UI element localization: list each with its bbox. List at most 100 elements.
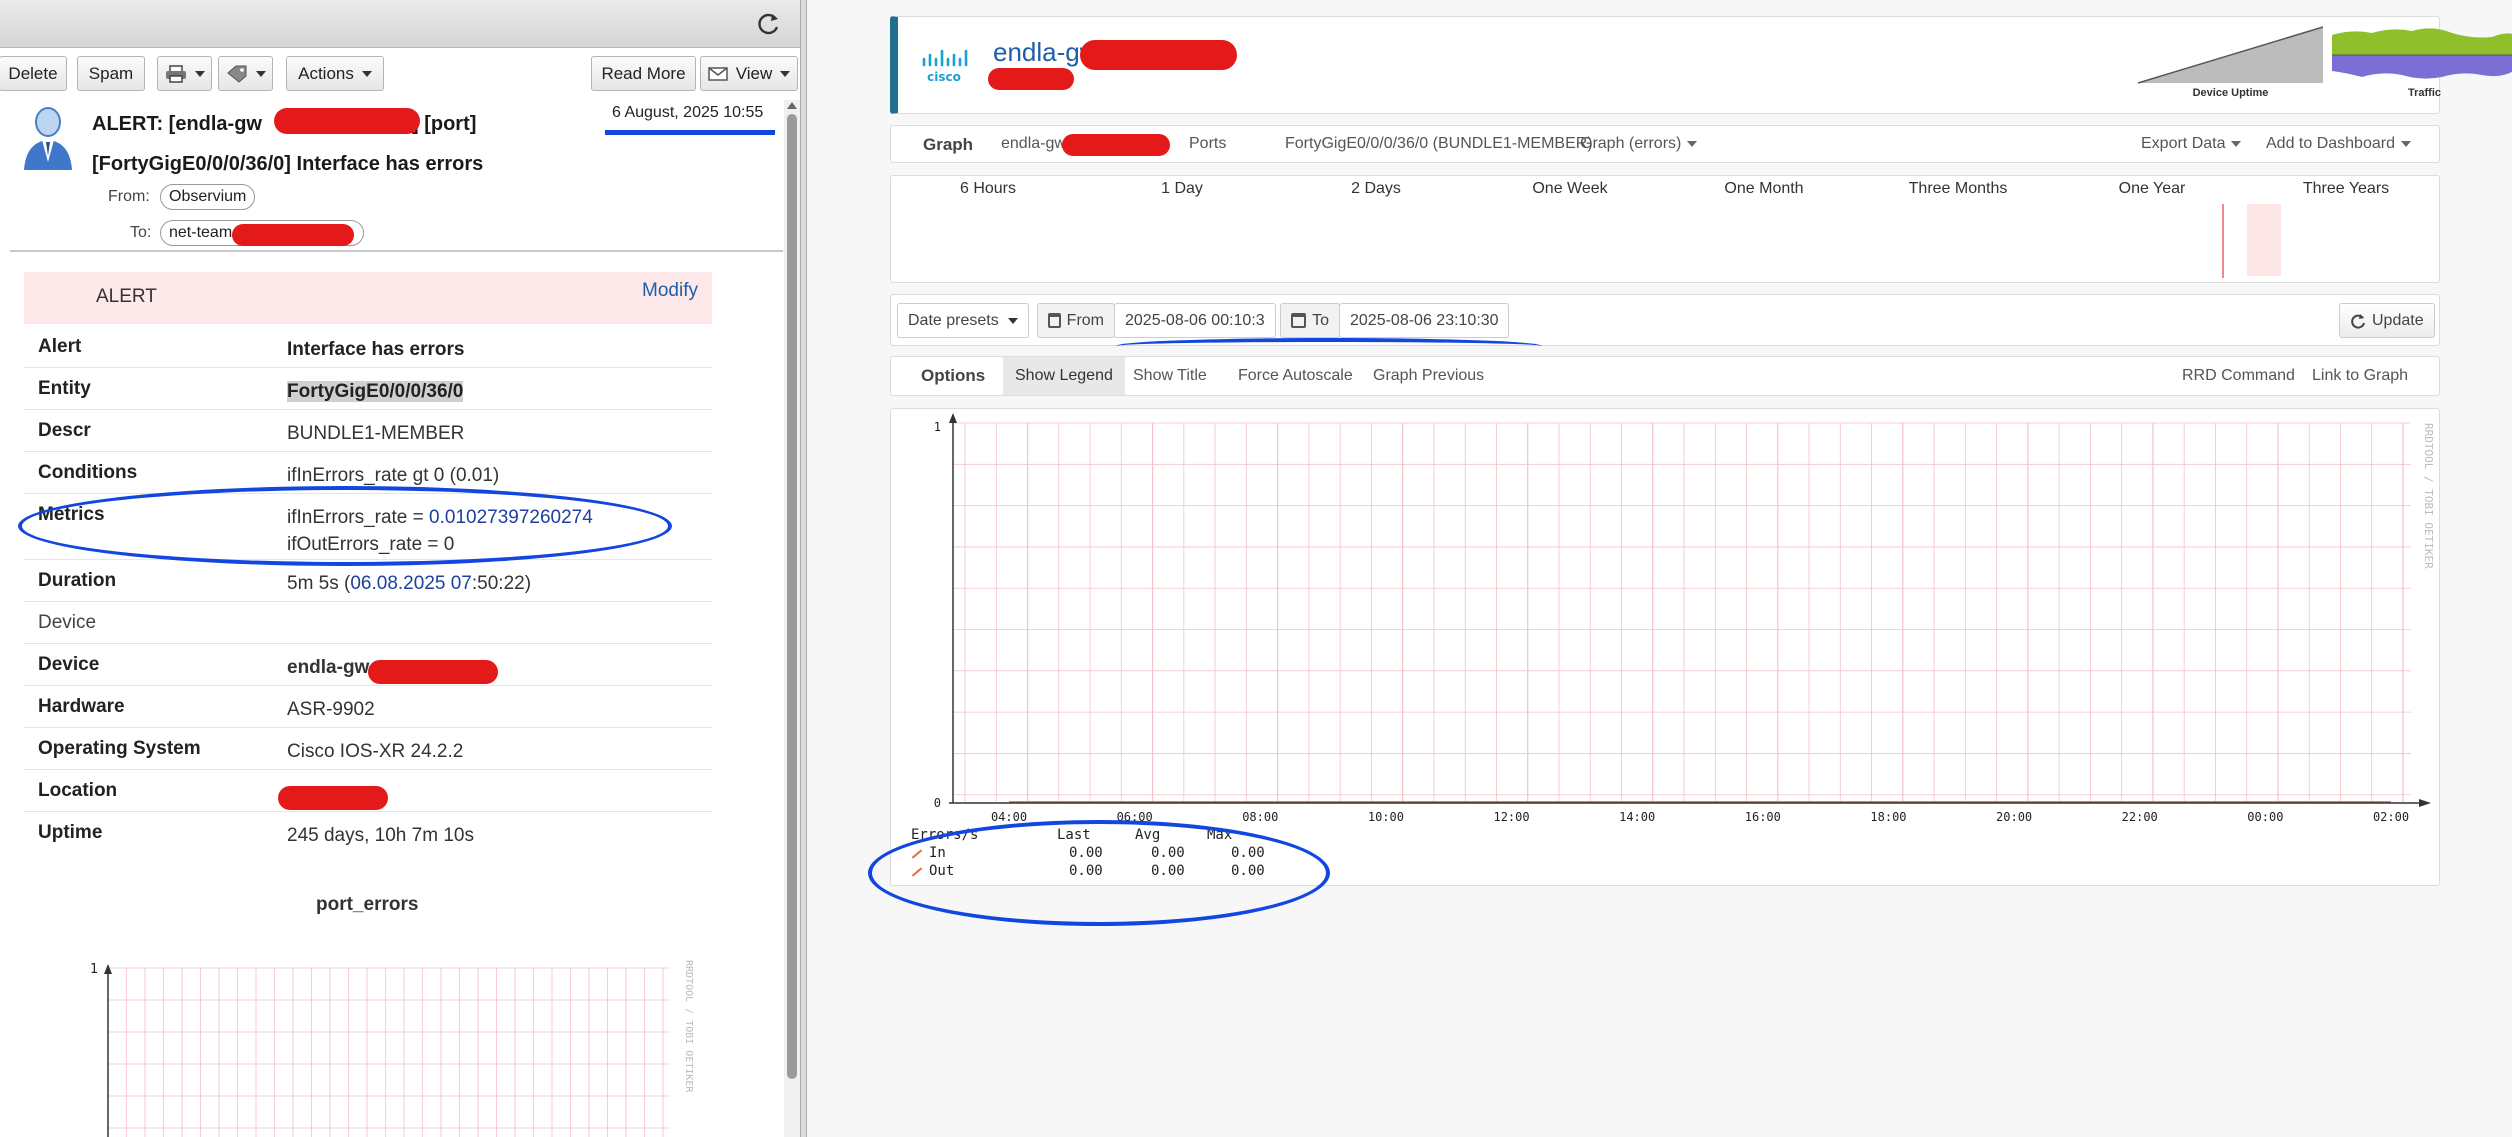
to-addon: To [1280, 303, 1340, 338]
observium-page: cisco endla-gw Device Uptime Traffic Gra… [807, 0, 2512, 1137]
redaction-mark [274, 108, 420, 134]
hardware-value: ASR-9902 [287, 699, 375, 720]
uptime-row: Uptime 245 days, 10h 7m 10s [24, 812, 712, 854]
period-2-days[interactable]: 2 Days [1279, 180, 1473, 198]
traffic-sparkline[interactable] [2332, 25, 2512, 85]
to-date-input[interactable]: 2025-08-06 23:10:30 [1339, 303, 1509, 338]
show-legend-toggle[interactable]: Show Legend [1003, 357, 1125, 395]
show-title-toggle[interactable]: Show Title [1121, 357, 1219, 395]
y-tick-label: 1 [934, 420, 941, 434]
svg-text:cisco: cisco [927, 70, 961, 84]
period-one-month[interactable]: One Month [1667, 180, 1861, 198]
entity-value[interactable]: FortyGigE0/0/0/36/0 [287, 378, 464, 405]
x-tick-labels: 04:00 06:00 08:00 10:00 12:00 14:00 16:00 18:00… [991, 810, 2409, 824]
alert-banner: ALERT Modify [24, 272, 712, 324]
hardware-key: Hardware [38, 696, 125, 717]
graph-panel: 04:00 06:00 08:00 10:00 12:00 14:00 16:00 18:00… [890, 408, 2440, 886]
avatar-icon [24, 107, 72, 170]
link-to-graph-link[interactable]: Link to Graph [2300, 357, 2420, 395]
force-autoscale-toggle[interactable]: Force Autoscale [1226, 357, 1365, 395]
date-presets-select[interactable]: Date presets [897, 303, 1029, 338]
graph-previous-toggle[interactable]: Graph Previous [1361, 357, 1496, 395]
x-tick-label: 14:00 [1619, 810, 1655, 824]
mail-scrollbar-thumb[interactable] [787, 114, 797, 1079]
chevron-down-icon [2400, 141, 2411, 147]
device-link[interactable]: endla-gw [287, 654, 369, 681]
period-selector: 6 Hours 1 Day 2 Days One Week One Month … [890, 175, 2440, 283]
subject-line-2: [FortyGigE0/0/0/36/0] Interface has erro… [92, 153, 484, 175]
entity-row: Entity FortyGigE0/0/0/36/0 [24, 368, 712, 410]
screen: Delete Spam Actions Read More View ALERT… [0, 0, 2512, 1137]
mini-y-tick-1: 1 [90, 962, 98, 977]
mini-graph-grid [107, 967, 670, 1137]
redaction-mark [368, 660, 498, 684]
date-range-bar: Date presets From 2025-08-06 00:10:3 To … [890, 294, 2440, 346]
hardware-row: Hardware ASR-9902 [24, 686, 712, 728]
graph-grid [953, 422, 2411, 803]
breadcrumb-port[interactable]: FortyGigE0/0/0/36/0 (BUNDLE1-MEMBER) [1285, 135, 1593, 153]
chevron-down-icon [361, 70, 372, 77]
spam-label: Spam [88, 63, 134, 83]
os-row: Operating System Cisco IOS-XR 24.2.2 [24, 728, 712, 770]
rrdtool-watermark: RRDTOOL / TOBI OETIKER [2422, 423, 2435, 569]
uptime-sparkline[interactable] [2138, 25, 2323, 85]
entity-key: Entity [38, 378, 91, 399]
calendar-icon [1291, 313, 1307, 328]
redaction-mark [1062, 134, 1170, 156]
to-label: To: [130, 224, 152, 241]
printer-icon [165, 64, 186, 83]
breadcrumb-device[interactable]: endla-gw [1001, 135, 1066, 153]
rrd-command-link[interactable]: RRD Command [2170, 357, 2307, 395]
descr-key: Descr [38, 420, 91, 441]
from-chip[interactable]: Observium [160, 184, 256, 210]
period-three-years[interactable]: Three Years [2249, 180, 2443, 198]
message-date: 6 August, 2025 10:55 [612, 104, 764, 121]
actions-button[interactable]: Actions [286, 56, 384, 91]
breadcrumb-graph: Graph [923, 135, 974, 154]
period-1-day[interactable]: 1 Day [1085, 180, 1279, 198]
delete-button[interactable]: Delete [0, 56, 67, 91]
period-one-year[interactable]: One Year [2055, 180, 2249, 198]
annotation-circle [868, 820, 1330, 926]
panel-divider[interactable] [800, 0, 807, 1137]
device-section-heading: Device [38, 612, 97, 633]
x-tick-label: 22:00 [2122, 810, 2158, 824]
from-addon: From [1037, 303, 1115, 338]
spam-button[interactable]: Spam [77, 56, 145, 91]
mail-window: Delete Spam Actions Read More View ALERT… [0, 0, 803, 1137]
x-tick-label: 02:00 [2373, 810, 2409, 824]
one-year-thumbnail[interactable] [2221, 202, 2301, 278]
reload-icon[interactable] [755, 10, 783, 38]
envelope-icon [707, 66, 728, 81]
descr-row: Descr BUNDLE1-MEMBER [24, 410, 712, 452]
chevron-down-icon [1687, 141, 1698, 147]
view-button[interactable]: View [700, 56, 798, 91]
print-menu-button[interactable] [157, 56, 212, 91]
alert-banner-title: ALERT [96, 286, 157, 307]
actions-label: Actions [298, 63, 354, 83]
update-button[interactable]: Update [2339, 303, 2435, 338]
from-date-input[interactable]: 2025-08-06 00:10:3 [1114, 303, 1276, 338]
read-more-button[interactable]: Read More [591, 56, 696, 91]
period-one-week[interactable]: One Week [1473, 180, 1667, 198]
scroll-up-icon[interactable] [787, 102, 797, 109]
x-tick-label: 20:00 [1996, 810, 2032, 824]
period-three-months[interactable]: Three Months [1861, 180, 2055, 198]
x-tick-label: 18:00 [1870, 810, 1906, 824]
export-data-dropdown[interactable]: Export Data [2141, 135, 2242, 153]
location-key: Location [38, 780, 118, 801]
modify-link[interactable]: Modify [642, 280, 698, 302]
breadcrumb-ports[interactable]: Ports [1189, 135, 1226, 153]
add-to-dashboard-dropdown[interactable]: Add to Dashboard [2266, 135, 2411, 153]
y-tick-labels: 01 [934, 420, 941, 810]
uptime-value: 245 days, 10h 7m 10s [287, 825, 474, 846]
x-tick-label: 12:00 [1493, 810, 1529, 824]
tag-menu-button[interactable] [218, 56, 273, 91]
graph-type-dropdown[interactable]: Graph (errors) [1580, 135, 1698, 153]
period-6-hours[interactable]: 6 Hours [891, 180, 1085, 198]
tag-icon [226, 65, 246, 83]
refresh-icon [2351, 313, 2365, 329]
options-label: Options [921, 366, 986, 385]
mail-scrollbar[interactable] [784, 100, 800, 1137]
chevron-down-icon [194, 70, 205, 77]
